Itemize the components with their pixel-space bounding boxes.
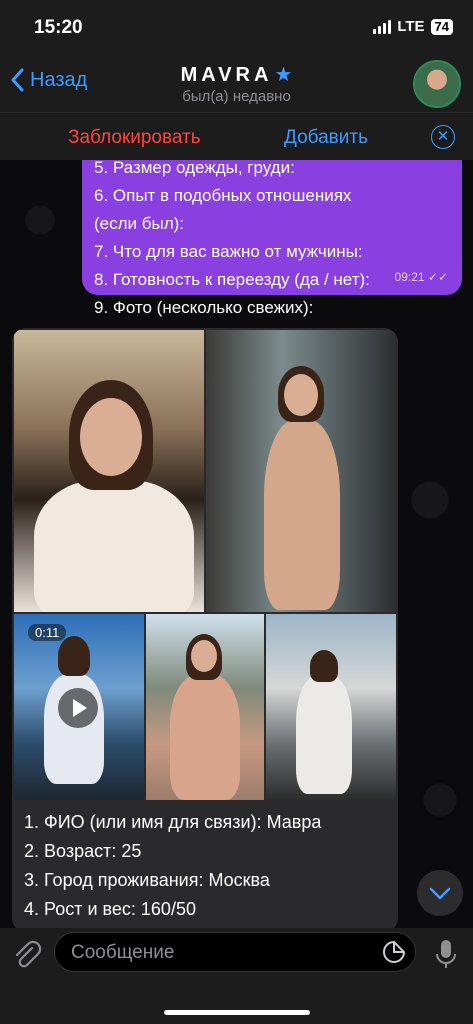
battery-icon: 74 [430,18,453,35]
photo-dress-full[interactable] [206,330,396,612]
last-seen-status: был(а) недавно [182,88,291,105]
star-icon: ★ [274,64,293,86]
contact-action-bar: Заблокировать Добавить ✕ [0,112,473,161]
message-line: 6. Опыт в подобных отношениях [94,186,352,205]
microphone-icon[interactable] [433,936,459,972]
message-line: 7. Что для вас важно от мужчины: [94,242,363,261]
sticker-icon[interactable] [383,941,405,963]
status-bar: 15:20 LTE 74 [0,0,473,56]
add-contact-button[interactable]: Добавить [284,127,368,149]
chat-header: Назад MAVRA ★ был(а) недавно [0,56,473,112]
chat-title: MAVRA [180,64,273,86]
network-label: LTE [397,18,425,35]
status-indicators: LTE 74 [373,18,453,35]
scroll-down-button[interactable] [417,870,463,916]
play-icon[interactable] [58,688,98,728]
photo-pink-dress[interactable] [146,614,264,800]
paperclip-icon[interactable] [10,938,44,972]
message-line: 5. Размер одежды, груди: [94,160,295,177]
block-button[interactable]: Заблокировать [68,127,201,149]
chat-area[interactable]: 5. Размер одежды, груди: 6. Опыт в подоб… [0,160,473,928]
status-time: 15:20 [34,17,83,38]
message-caption: 1. ФИО (или имя для связи): Мавра 2. Воз… [24,808,321,924]
caption-line: 3. Город проживания: Москва [24,870,270,890]
photo-boat[interactable] [266,614,396,800]
avatar[interactable] [413,60,461,108]
caption-line: 2. Возраст: 25 [24,841,142,861]
incoming-media-message[interactable]: 0:11 1. ФИО (или имя для связи): Мавра 2… [12,328,398,928]
caption-line: 4. Рост и вес: 160/50 [24,899,196,919]
close-icon[interactable]: ✕ [431,125,455,149]
caption-line: 1. ФИО (или имя для связи): Мавра [24,812,322,832]
chat-title-area[interactable]: MAVRA ★ был(а) недавно [0,62,473,105]
outgoing-message[interactable]: 5. Размер одежды, груди: 6. Опыт в подоб… [82,160,462,317]
message-line: 9. Фото (несколько свежих): [94,298,314,317]
message-line: (если был): [94,214,185,233]
video-thumbnail[interactable]: 0:11 [14,614,144,800]
message-time: 09:21 ✓✓ [394,270,448,284]
message-input[interactable]: Сообщение [54,932,416,972]
home-indicator [164,1010,310,1015]
chevron-down-icon [429,887,451,900]
message-placeholder: Сообщение [71,942,175,963]
photo-selfie[interactable] [14,330,204,612]
read-checkmarks-icon: ✓✓ [427,270,448,284]
video-duration: 0:11 [28,624,67,641]
signal-icon [373,19,392,34]
